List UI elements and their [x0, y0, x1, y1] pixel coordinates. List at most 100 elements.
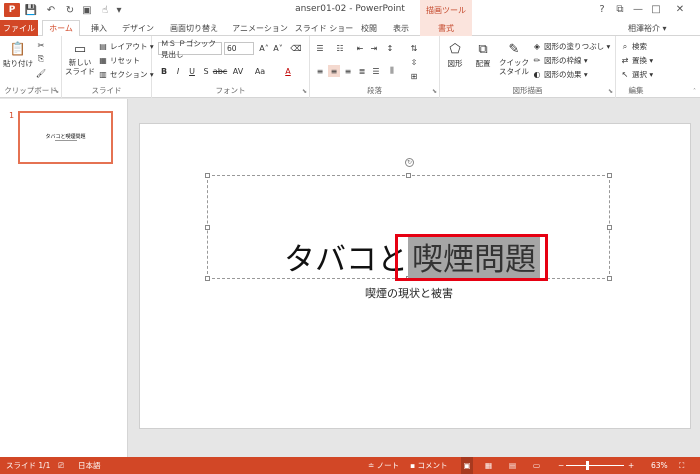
- quick-styles-icon: ✎: [508, 41, 520, 57]
- rotate-handle-icon[interactable]: ↻: [405, 158, 414, 167]
- strikethrough-icon[interactable]: abc: [213, 65, 227, 77]
- bold-icon[interactable]: B: [158, 65, 170, 77]
- shape-effects-button[interactable]: ◐ 図形の効果 ▾: [532, 69, 588, 80]
- align-left-icon[interactable]: ≡: [314, 65, 326, 77]
- align-right-icon[interactable]: ≡: [342, 65, 354, 77]
- normal-view-icon[interactable]: ▣: [461, 457, 473, 474]
- format-painter-button[interactable]: 🖌: [36, 68, 48, 78]
- new-slide-button[interactable]: ▭ 新しい スライド: [64, 40, 96, 77]
- arrange-label: 配置: [475, 59, 491, 68]
- tab-home[interactable]: ホーム: [42, 20, 80, 37]
- zoom-in-icon[interactable]: +: [628, 457, 634, 474]
- tab-insert[interactable]: 挿入: [84, 20, 114, 36]
- smartart-icon[interactable]: ⊞: [408, 70, 420, 82]
- tab-file[interactable]: ファイル: [0, 20, 38, 36]
- resize-handle-top[interactable]: [406, 173, 411, 178]
- copy-button[interactable]: ⎘: [36, 54, 48, 64]
- character-spacing-icon[interactable]: AV: [232, 65, 244, 77]
- pen-icon: ✏: [533, 56, 541, 65]
- justify-icon[interactable]: ≣: [356, 65, 368, 77]
- slide-thumbnail[interactable]: タバコと喫煙問題: [18, 111, 113, 164]
- shape-outline-button[interactable]: ✏ 図形の枠線 ▾: [532, 55, 588, 66]
- bullets-icon[interactable]: ☰: [314, 42, 326, 54]
- resize-handle-right[interactable]: [607, 225, 612, 230]
- comments-button[interactable]: ▪ コメント: [410, 457, 447, 474]
- increase-indent-icon[interactable]: ⇥: [368, 42, 380, 54]
- resize-handle-bottom-right[interactable]: [607, 276, 612, 281]
- close-icon[interactable]: ✕: [672, 2, 688, 16]
- language-indicator[interactable]: 日本語: [78, 457, 101, 474]
- tab-animations[interactable]: アニメーション: [230, 20, 290, 36]
- resize-handle-top-right[interactable]: [607, 173, 612, 178]
- font-size-combo[interactable]: 60: [224, 42, 254, 55]
- line-spacing-icon[interactable]: ↕: [384, 42, 396, 54]
- new-slide-icon: ▭: [73, 41, 87, 57]
- shadow-icon[interactable]: S: [200, 65, 212, 77]
- numbering-icon[interactable]: ☷: [334, 42, 346, 54]
- ribbon: 📋 貼り付け ✂ ⎘ 🖌 クリップボード ⬊ ▭ 新しい スライド ▤ レイアウト…: [0, 36, 700, 98]
- tab-transitions[interactable]: 画面切り替え: [164, 20, 224, 36]
- font-color-icon[interactable]: A: [282, 65, 294, 77]
- tab-design[interactable]: デザイン: [118, 20, 158, 36]
- find-button[interactable]: ⌕ 検索: [620, 41, 647, 52]
- shrink-font-icon[interactable]: A˅: [272, 42, 284, 54]
- columns-icon[interactable]: ⫼: [386, 65, 398, 77]
- collapse-ribbon-icon[interactable]: ˄: [693, 88, 696, 95]
- user-account[interactable]: 相澤裕介 ▾: [628, 23, 667, 34]
- replace-button[interactable]: ⇄ 置換 ▾: [620, 55, 654, 66]
- quick-styles-button[interactable]: ✎ クイック スタイル: [498, 40, 530, 77]
- underline-icon[interactable]: U: [186, 65, 198, 77]
- ribbon-display-icon[interactable]: ⧉: [612, 2, 628, 16]
- zoom-slider-thumb[interactable]: [586, 461, 589, 470]
- zoom-out-icon[interactable]: −: [558, 457, 564, 474]
- layout-button[interactable]: ▤ レイアウト ▾: [98, 41, 154, 52]
- slide-count: スライド 1/1: [6, 461, 51, 470]
- font-name-combo[interactable]: ＭＳ Ｐゴシック 見出し: [158, 39, 222, 59]
- align-center-icon[interactable]: ≡: [328, 65, 340, 77]
- resize-handle-top-left[interactable]: [205, 173, 210, 178]
- text-direction-icon[interactable]: ⇅: [408, 42, 420, 54]
- tab-format[interactable]: 書式: [420, 20, 472, 36]
- tab-slideshow[interactable]: スライド ショー: [294, 20, 354, 36]
- paragraph-launcher-icon[interactable]: ⬊: [432, 88, 437, 95]
- slide-canvas[interactable]: ↻ タバコと 喫煙問題 喫煙の現状と被害: [140, 124, 690, 428]
- drawing-launcher-icon[interactable]: ⬊: [608, 88, 613, 95]
- clear-formatting-icon[interactable]: ⌫: [290, 42, 302, 54]
- grow-font-icon[interactable]: A˄: [258, 42, 270, 54]
- maximize-icon[interactable]: □: [648, 2, 664, 16]
- slide-sorter-icon[interactable]: ▦: [485, 457, 492, 474]
- zoom-slider-track[interactable]: [566, 465, 624, 466]
- section-button[interactable]: ▥ セクション ▾: [98, 69, 153, 80]
- shapes-button[interactable]: ⬠ 図形: [442, 40, 468, 69]
- reset-button[interactable]: ▦ リセット: [98, 55, 140, 66]
- align-text-icon[interactable]: ⇳: [408, 56, 420, 68]
- slide-subtitle-text[interactable]: 喫煙の現状と被害: [140, 285, 678, 301]
- fit-to-window-icon[interactable]: ⛶: [679, 457, 684, 474]
- distributed-icon[interactable]: ☰: [370, 65, 382, 77]
- shape-fill-button[interactable]: ◈ 図形の塗りつぶし ▾: [532, 41, 610, 52]
- reading-view-icon[interactable]: ▤: [509, 457, 516, 474]
- arrange-button[interactable]: ⧉ 配置: [470, 40, 496, 69]
- help-icon[interactable]: ?: [594, 2, 610, 16]
- scissors-icon: ✂: [37, 40, 45, 50]
- decrease-indent-icon[interactable]: ⇤: [354, 42, 366, 54]
- slides-group-label: スライド: [91, 86, 122, 95]
- cut-button[interactable]: ✂: [36, 40, 48, 50]
- slideshow-view-icon[interactable]: ▭: [533, 457, 540, 474]
- zoom-level[interactable]: 63%: [651, 457, 668, 474]
- minimize-icon[interactable]: —: [630, 2, 646, 16]
- notes-button[interactable]: ≐ ノート: [368, 457, 399, 474]
- tab-review[interactable]: 校閲: [356, 20, 382, 36]
- select-button[interactable]: ↖ 選択 ▾: [620, 69, 654, 80]
- clipboard-launcher-icon[interactable]: ⬊: [54, 88, 59, 95]
- resize-handle-left[interactable]: [205, 225, 210, 230]
- spell-check-icon[interactable]: ⎚: [58, 457, 64, 474]
- font-launcher-icon[interactable]: ⬊: [302, 88, 307, 95]
- layout-label: レイアウト ▾: [110, 42, 154, 51]
- italic-icon[interactable]: I: [172, 65, 184, 77]
- font-group-label: フォント: [215, 86, 246, 95]
- tab-view[interactable]: 表示: [388, 20, 414, 36]
- resize-handle-bottom-left[interactable]: [205, 276, 210, 281]
- change-case-icon[interactable]: Aa: [254, 65, 266, 77]
- paste-button[interactable]: 📋 貼り付け: [3, 40, 33, 69]
